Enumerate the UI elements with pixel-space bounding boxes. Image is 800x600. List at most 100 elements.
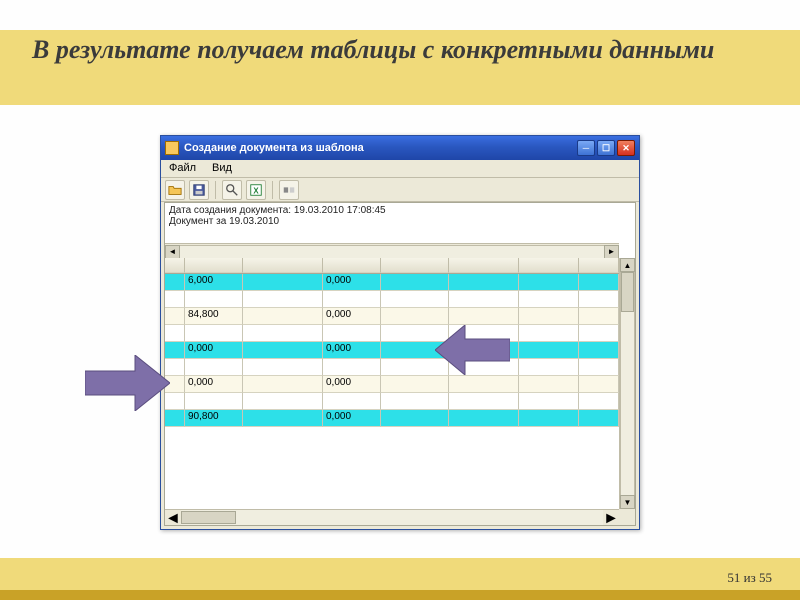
page-indicator: 51 из 55 — [727, 570, 772, 586]
toggle-button[interactable] — [279, 180, 299, 200]
scrollbar-horizontal-bottom[interactable]: ◄ ► — [165, 509, 619, 525]
table-row[interactable]: 6,000 0,000 — [165, 274, 619, 291]
table-cell — [519, 410, 579, 427]
table-cell — [243, 410, 323, 427]
scroll-up-icon[interactable]: ▲ — [620, 258, 635, 272]
zoom-button[interactable] — [222, 180, 242, 200]
scroll-corner — [619, 509, 635, 525]
minimize-button[interactable]: ─ — [577, 140, 595, 156]
table-cell — [449, 308, 519, 325]
table-cell — [449, 291, 519, 308]
table-row[interactable]: 0,0000,000 — [165, 376, 619, 393]
table-cell: 0,000 — [323, 410, 381, 427]
app-window: Создание документа из шаблона ─ ☐ ✕ Файл… — [160, 135, 640, 530]
table-row[interactable]: 90,8000,000 — [165, 410, 619, 427]
table-row[interactable] — [165, 325, 619, 342]
toggle-icon — [282, 183, 296, 197]
save-button[interactable] — [189, 180, 209, 200]
table-row[interactable]: 0,000 0,000 — [165, 342, 619, 359]
table-cell — [381, 291, 449, 308]
open-folder-icon — [168, 183, 182, 197]
table-cell — [579, 359, 619, 376]
scroll-right-icon[interactable]: ► — [603, 510, 619, 525]
table-cell — [579, 342, 619, 359]
table-row[interactable] — [165, 359, 619, 376]
table-cell — [449, 410, 519, 427]
table-cell — [243, 291, 323, 308]
table-cell: 0,000 — [323, 274, 381, 291]
table-cell — [185, 291, 243, 308]
scroll-left-icon[interactable]: ◄ — [165, 245, 180, 259]
table-cell — [243, 274, 323, 291]
slide-title: В результате получаем таблицы с конкретн… — [32, 34, 760, 67]
table-cell — [323, 291, 381, 308]
app-icon — [165, 141, 179, 155]
scroll-left-icon[interactable]: ◄ — [165, 510, 181, 525]
table-cell: 6,000 — [185, 274, 243, 291]
table-cell — [449, 274, 519, 291]
table-cell — [381, 376, 449, 393]
floppy-icon — [192, 183, 206, 197]
doc-date-line: Документ за 19.03.2010 — [169, 216, 631, 227]
callout-arrow-left — [435, 325, 510, 375]
footer-edge — [0, 590, 800, 600]
table-cell — [243, 308, 323, 325]
table-cell — [243, 359, 323, 376]
table-cell — [323, 393, 381, 410]
scroll-down-icon[interactable]: ▼ — [620, 495, 635, 509]
table-cell — [519, 274, 579, 291]
scroll-track[interactable] — [620, 272, 635, 495]
table-cell — [449, 393, 519, 410]
scroll-track[interactable] — [180, 245, 604, 259]
open-button[interactable] — [165, 180, 185, 200]
table-cell — [579, 410, 619, 427]
table-cell — [381, 393, 449, 410]
maximize-button[interactable]: ☐ — [597, 140, 615, 156]
table-cell — [579, 325, 619, 342]
menu-file[interactable]: Файл — [161, 160, 204, 177]
scrollbar-horizontal-top[interactable]: ◄ ► — [165, 243, 619, 259]
grid-wrap: 6,000 0,000 84,8000,000 0,000 0,000 0,000 0,00… — [165, 258, 635, 509]
scroll-right-icon[interactable]: ► — [604, 245, 619, 259]
scroll-track[interactable] — [181, 510, 603, 525]
scroll-thumb[interactable] — [181, 511, 236, 524]
table-cell — [165, 308, 185, 325]
scrollbar-vertical[interactable]: ▲ ▼ — [619, 258, 635, 509]
separator — [215, 181, 216, 199]
table-cell — [165, 291, 185, 308]
table-row[interactable] — [165, 393, 619, 410]
table-cell — [519, 359, 579, 376]
excel-button[interactable]: X — [246, 180, 266, 200]
table-cell — [185, 393, 243, 410]
table-cell: 0,000 — [185, 342, 243, 359]
table-cell — [185, 325, 243, 342]
doc-created-line: Дата создания документа: 19.03.2010 17:0… — [169, 205, 631, 216]
table-cell — [165, 274, 185, 291]
window-titlebar[interactable]: Создание документа из шаблона ─ ☐ ✕ — [161, 136, 639, 160]
toolbar: X — [161, 178, 639, 202]
table-cell — [579, 393, 619, 410]
svg-text:X: X — [253, 186, 259, 195]
table-cell — [519, 308, 579, 325]
footer-band — [0, 558, 800, 590]
table-cell — [323, 359, 381, 376]
table-cell — [243, 325, 323, 342]
scroll-thumb[interactable] — [621, 272, 634, 312]
table-row[interactable]: 84,8000,000 — [165, 308, 619, 325]
menu-view[interactable]: Вид — [204, 160, 240, 177]
magnifier-icon — [225, 183, 239, 197]
table-cell — [185, 359, 243, 376]
table-row[interactable] — [165, 291, 619, 308]
table-cell — [243, 342, 323, 359]
table-cell — [579, 274, 619, 291]
table-cell — [381, 274, 449, 291]
table-cell — [381, 410, 449, 427]
table-cell — [165, 325, 185, 342]
data-grid[interactable]: 6,000 0,000 84,8000,000 0,000 0,000 0,000 0,00… — [165, 258, 619, 509]
table-cell — [165, 410, 185, 427]
table-cell: 0,000 — [323, 342, 381, 359]
window-title: Создание документа из шаблона — [184, 142, 364, 154]
close-button[interactable]: ✕ — [617, 140, 635, 156]
table-cell — [519, 325, 579, 342]
table-cell: 0,000 — [185, 376, 243, 393]
